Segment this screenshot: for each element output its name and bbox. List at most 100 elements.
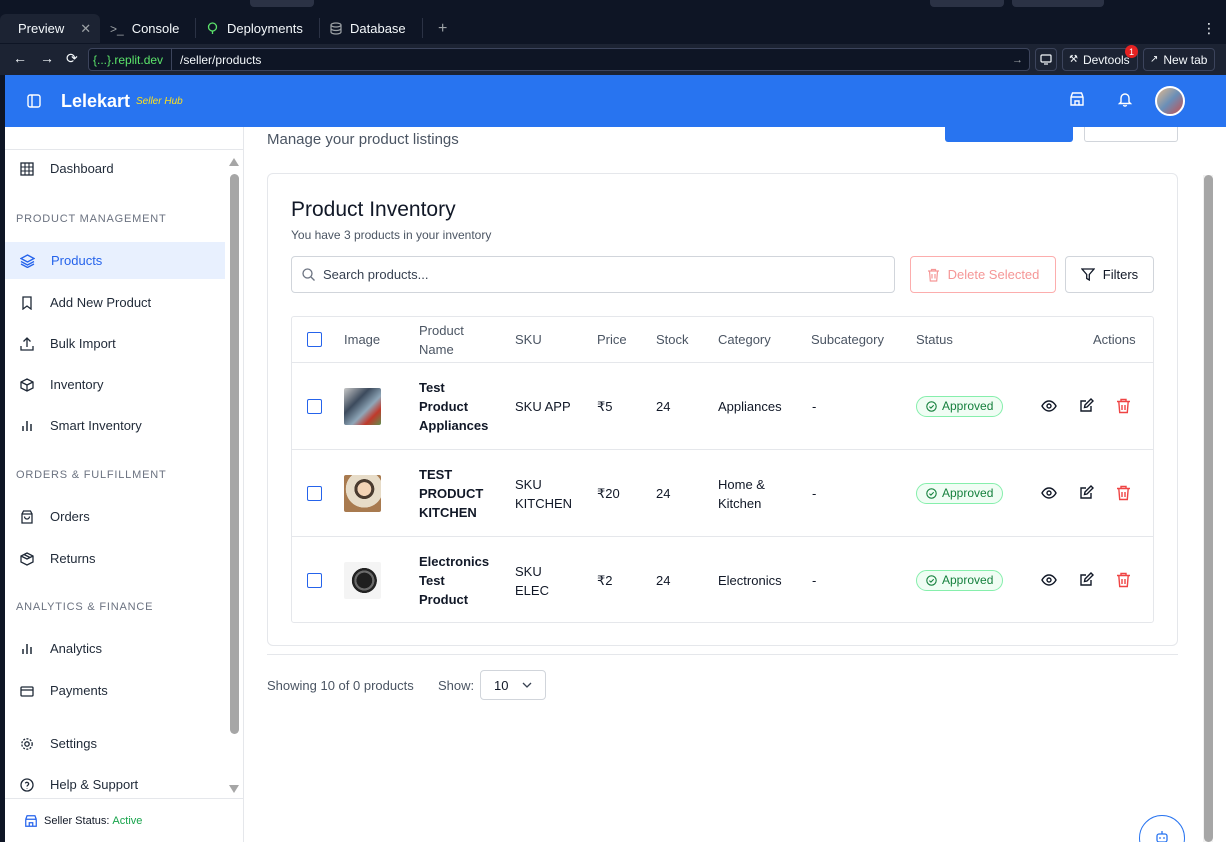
tab-label: Database [350, 21, 406, 36]
product-thumbnail[interactable] [344, 562, 381, 599]
new-tab-label: New tab [1163, 52, 1208, 67]
product-name[interactable]: Test Product Appliances [419, 363, 488, 450]
close-icon[interactable]: ✕ [80, 21, 91, 37]
sidebar-item-smart-inventory[interactable]: Smart Inventory [5, 407, 225, 444]
tab-preview[interactable]: Preview ✕ [0, 14, 100, 43]
category-cell: Appliances [718, 363, 782, 450]
tab-deployments[interactable]: Deployments [196, 14, 313, 43]
column-header-subcategory[interactable]: Subcategory [811, 317, 884, 362]
search-input[interactable]: Search products... [291, 256, 895, 293]
eye-icon[interactable] [1041, 485, 1057, 501]
add-product-button[interactable] [945, 127, 1073, 142]
wrench-icon: ⚒ [1069, 54, 1078, 65]
edit-icon[interactable] [1078, 572, 1094, 588]
product-thumbnail[interactable] [344, 388, 381, 425]
column-header-sku[interactable]: SKU [515, 317, 542, 362]
trash-icon[interactable] [1116, 485, 1131, 501]
price-cell: ₹20 [597, 486, 620, 501]
scroll-up-arrow-icon[interactable] [228, 157, 240, 167]
sku-cell: SKU ELEC [515, 537, 549, 624]
status-badge: Approved [916, 483, 1004, 504]
eye-icon[interactable] [1041, 398, 1057, 414]
sidebar-item-orders[interactable]: Orders [5, 498, 225, 535]
name-line: PRODUCT [419, 486, 484, 501]
sidebar-item-payments[interactable]: Payments [5, 672, 225, 709]
brand-name[interactable]: Lelekart [61, 91, 130, 112]
sidebar-item-inventory[interactable]: Inventory [5, 366, 225, 403]
edit-icon[interactable] [1078, 398, 1094, 414]
select-all-checkbox[interactable] [307, 332, 322, 347]
bell-icon[interactable] [1117, 91, 1133, 107]
sku-line: KITCHEN [515, 495, 573, 511]
sidebar-item-label: Products [51, 253, 103, 268]
row-checkbox[interactable] [307, 486, 322, 501]
sidebar-item-products[interactable]: Products [5, 242, 225, 279]
sidebar-item-bulk-import[interactable]: Bulk Import [5, 325, 225, 362]
external-link-icon: ↗ [1150, 54, 1159, 65]
trash-icon[interactable] [1116, 572, 1131, 588]
trash-icon[interactable] [1116, 398, 1131, 414]
row-checkbox[interactable] [307, 399, 322, 414]
tab-console[interactable]: >_ Console [100, 14, 189, 43]
section-header: ORDERS & FULFILLMENT [16, 469, 167, 481]
tab-divider [422, 18, 423, 38]
go-arrow-icon[interactable]: → [1012, 54, 1023, 66]
column-header-status[interactable]: Status [916, 317, 953, 362]
eye-icon[interactable] [1041, 572, 1057, 588]
search-placeholder: Search products... [323, 267, 429, 282]
seller-status: Seller Status: Active [5, 798, 244, 842]
page-size-label: Show: [438, 678, 475, 693]
main-scrollbar-thumb[interactable] [1204, 175, 1213, 842]
category-line: Appliances [718, 399, 782, 414]
devtools-button[interactable]: ⚒ Devtools 1 [1062, 45, 1138, 71]
page-size-select[interactable]: 10 [480, 670, 546, 700]
sidebar-scrollbar-thumb[interactable] [230, 174, 239, 734]
category-line: Kitchen [718, 495, 762, 511]
product-name[interactable]: Electronics Test Product [419, 537, 489, 624]
reload-icon[interactable]: ⟳ [66, 50, 78, 67]
sidebar-toggle-icon[interactable] [27, 94, 41, 108]
ide-tab-bar: Preview ✕ >_ Console Deployments Databas… [0, 0, 1226, 44]
product-thumbnail[interactable] [344, 475, 381, 512]
name-line: KITCHEN [419, 505, 477, 520]
sidebar-item-label: Orders [50, 509, 90, 524]
sidebar-item-dashboard[interactable]: Dashboard [5, 150, 225, 187]
trash-icon [927, 268, 939, 282]
filters-label: Filters [1102, 267, 1139, 282]
new-tab-button[interactable]: ↗ New tab [1143, 48, 1215, 71]
avatar[interactable] [1155, 86, 1185, 116]
category-cell: Electronics [718, 537, 782, 624]
sidebar-item-returns[interactable]: Returns [5, 540, 225, 577]
header-line: Name [419, 341, 454, 357]
url-input[interactable]: {...}.replit.dev /seller/products → [88, 48, 1030, 71]
edit-icon[interactable] [1078, 485, 1094, 501]
scroll-down-arrow-icon[interactable] [228, 784, 240, 794]
product-name[interactable]: TEST PRODUCT KITCHEN [419, 450, 483, 537]
column-header-price[interactable]: Price [597, 317, 627, 362]
column-header-stock[interactable]: Stock [656, 317, 689, 362]
column-header-category[interactable]: Category [718, 317, 771, 362]
table-row: Electronics Test Product SKU ELEC ₹2 24 … [292, 536, 1153, 623]
assistant-button[interactable] [1139, 815, 1185, 842]
filters-button[interactable]: Filters [1065, 256, 1154, 293]
delete-selected-label: Delete Selected [947, 267, 1040, 282]
export-button[interactable] [1084, 127, 1178, 142]
row-checkbox[interactable] [307, 573, 322, 588]
column-header-product-name[interactable]: Product Name [419, 317, 464, 362]
sidebar-item-add-product[interactable]: Add New Product [5, 284, 225, 321]
back-arrow-icon[interactable]: ← [13, 50, 27, 66]
tab-database[interactable]: Database [320, 14, 416, 43]
tab-label: Console [131, 21, 180, 36]
device-button[interactable] [1035, 48, 1057, 71]
more-icon[interactable]: ⋮ [1192, 14, 1226, 43]
store-icon[interactable] [1069, 91, 1085, 107]
delete-selected-button[interactable]: Delete Selected [910, 256, 1056, 293]
sidebar-item-analytics[interactable]: Analytics [5, 630, 225, 667]
sidebar-item-settings[interactable]: Settings [5, 725, 225, 762]
divider [267, 654, 1178, 655]
sidebar-item-label: Add New Product [50, 295, 152, 310]
search-icon [302, 268, 315, 281]
forward-arrow-icon[interactable]: → [40, 50, 54, 66]
bookmark-icon [22, 295, 32, 310]
new-tab-plus-icon[interactable]: + [428, 14, 457, 43]
